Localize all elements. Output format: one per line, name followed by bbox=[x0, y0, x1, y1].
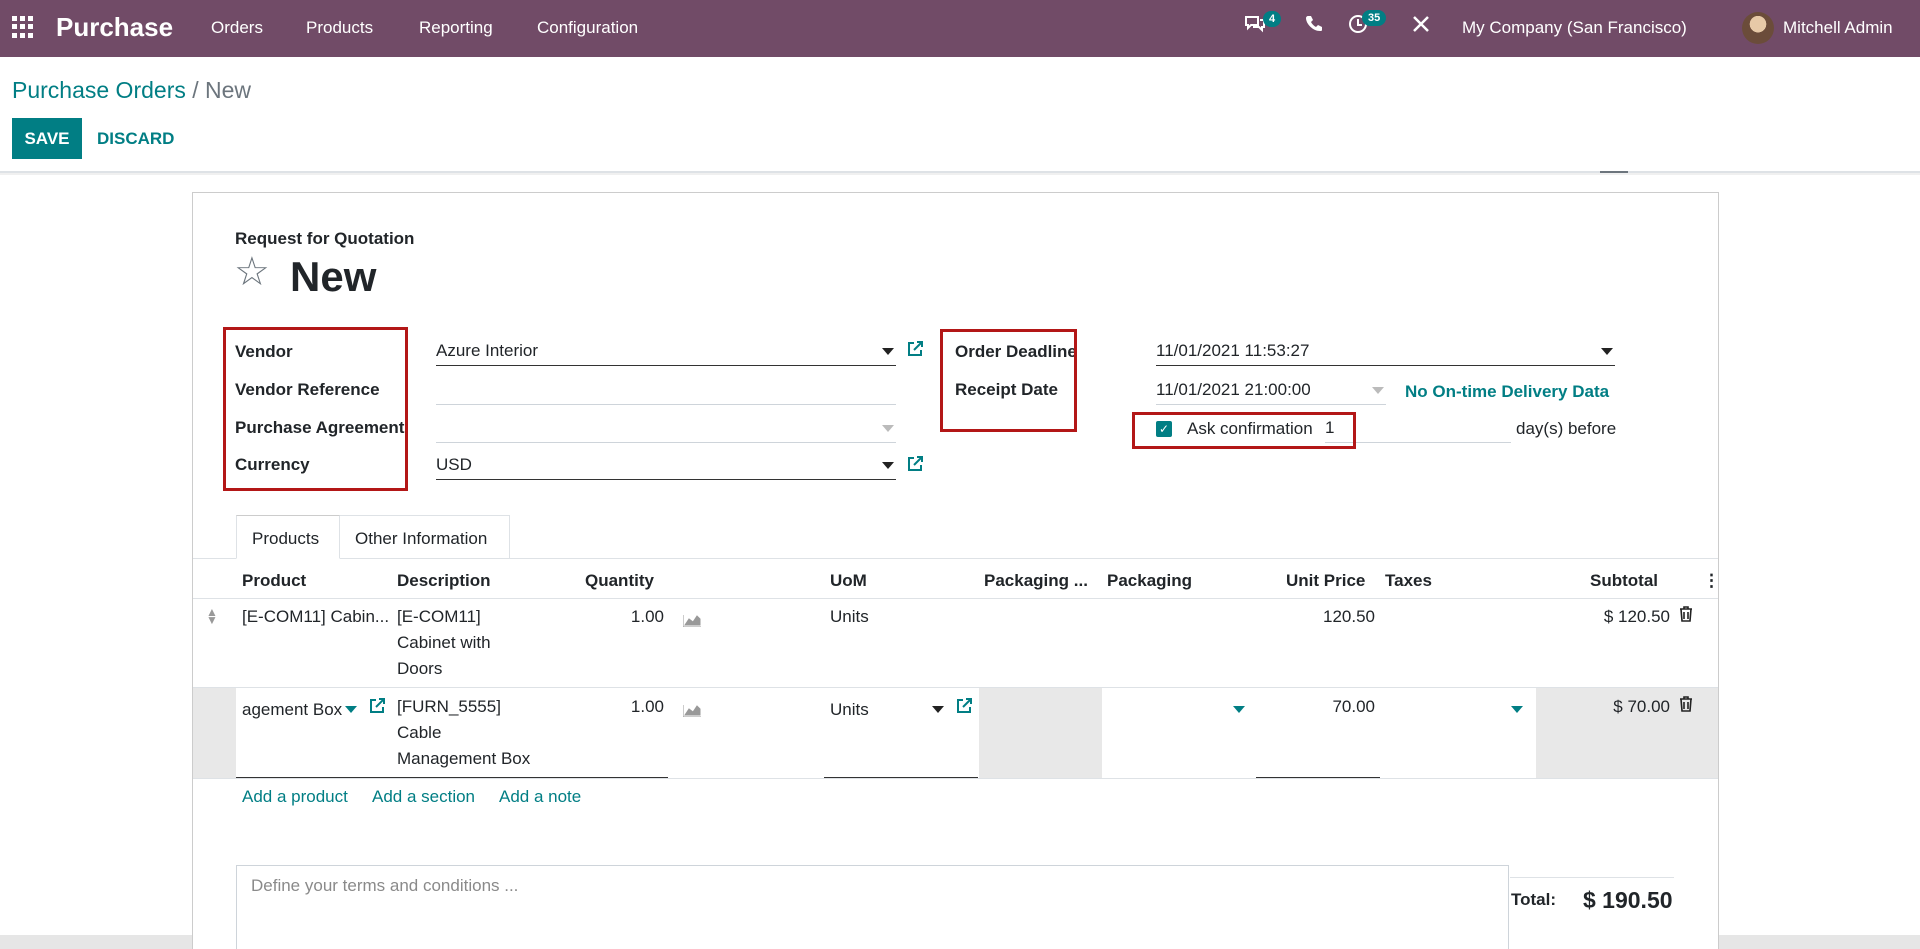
total-label: Total: bbox=[1511, 890, 1557, 909]
messages-badge: 4 bbox=[1263, 11, 1282, 27]
debug-tools-icon[interactable] bbox=[1411, 14, 1431, 40]
total-amount: $ 190.50 bbox=[1583, 887, 1673, 913]
row2-uom[interactable]: Units bbox=[830, 697, 869, 723]
row2-subtotal: $ 70.00 bbox=[1613, 697, 1670, 716]
currency-value: USD bbox=[436, 455, 472, 474]
company-switcher[interactable]: My Company (San Francisco) bbox=[1462, 18, 1687, 38]
page-title: New bbox=[290, 253, 377, 300]
breadcrumb: Purchase Orders / New bbox=[12, 77, 251, 104]
add-product-link[interactable]: Add a product bbox=[242, 787, 348, 807]
activities-badge: 35 bbox=[1362, 10, 1387, 26]
highlight-box-ask-confirmation bbox=[1132, 412, 1356, 449]
control-panel: Purchase Orders / New SAVE DISCARD bbox=[0, 57, 1920, 173]
terms-conditions-input[interactable]: Define your terms and conditions ... bbox=[236, 865, 1509, 949]
apps-menu-icon[interactable] bbox=[12, 16, 34, 38]
on-time-delivery-link[interactable]: No On-time Delivery Data bbox=[1405, 382, 1609, 402]
row1-forecast-chart-icon[interactable] bbox=[682, 612, 701, 628]
optional-columns-icon[interactable]: ⋮ bbox=[1703, 571, 1720, 591]
row2-description-line3[interactable]: Management Box bbox=[397, 746, 530, 772]
column-packaging[interactable]: Packaging bbox=[1107, 571, 1192, 591]
column-description[interactable]: Description bbox=[397, 571, 491, 591]
receipt-date-dropdown-icon[interactable] bbox=[1372, 387, 1384, 394]
vendor-external-link-icon[interactable] bbox=[906, 340, 924, 363]
row2-description-line1[interactable]: [FURN_5555] bbox=[397, 694, 501, 720]
purchase-agreement-field[interactable] bbox=[436, 415, 896, 443]
form-subtitle: Request for Quotation bbox=[235, 229, 415, 248]
row1-divider bbox=[193, 687, 1718, 688]
drag-handle-icon[interactable]: ▲ ▼ bbox=[206, 606, 218, 626]
row1-subtotal: $ 120.50 bbox=[1603, 607, 1670, 626]
header-divider bbox=[193, 598, 1718, 599]
menu-reporting[interactable]: Reporting bbox=[419, 18, 493, 38]
order-deadline-dropdown-icon[interactable] bbox=[1601, 348, 1613, 355]
row2-product[interactable]: agement Box bbox=[242, 697, 342, 723]
currency-field[interactable]: USD bbox=[436, 452, 896, 480]
row2-uom-dropdown-icon[interactable] bbox=[932, 706, 944, 713]
column-unit-price[interactable]: Unit Price bbox=[1286, 571, 1365, 591]
agreement-dropdown-icon[interactable] bbox=[882, 425, 894, 432]
highlight-box-date-labels bbox=[940, 329, 1077, 432]
days-before-label: day(s) before bbox=[1516, 419, 1617, 438]
total-divider bbox=[1510, 877, 1674, 878]
row2-taxes-dropdown-icon[interactable] bbox=[1511, 706, 1523, 713]
tab-products[interactable]: Products bbox=[236, 515, 340, 559]
row2-description-line2[interactable]: Cable bbox=[397, 720, 441, 746]
menu-products[interactable]: Products bbox=[306, 18, 373, 38]
column-quantity[interactable]: Quantity bbox=[585, 571, 654, 591]
order-deadline-field[interactable]: 11/01/2021 11:53:27 bbox=[1156, 338, 1615, 366]
column-taxes[interactable]: Taxes bbox=[1385, 571, 1432, 591]
add-section-link[interactable]: Add a section bbox=[372, 787, 475, 807]
row1-product[interactable]: [E-COM11] Cabin... bbox=[242, 604, 389, 630]
vendor-value: Azure Interior bbox=[436, 341, 539, 360]
vendor-field[interactable]: Azure Interior bbox=[436, 338, 896, 366]
row2-packaging-qty-readonly bbox=[979, 688, 1102, 778]
menu-orders[interactable]: Orders bbox=[211, 18, 263, 38]
row1-description-line2[interactable]: Cabinet with bbox=[397, 630, 491, 656]
vendor-dropdown-icon[interactable] bbox=[882, 348, 894, 355]
row2-unit-price[interactable]: 70.00 bbox=[1300, 694, 1375, 720]
priority-star-icon[interactable]: ☆ bbox=[234, 252, 270, 292]
breadcrumb-purchase-orders[interactable]: Purchase Orders bbox=[12, 77, 186, 103]
menu-configuration[interactable]: Configuration bbox=[537, 18, 638, 38]
row2-divider bbox=[193, 778, 1718, 779]
phone-icon[interactable] bbox=[1305, 14, 1323, 38]
currency-dropdown-icon[interactable] bbox=[882, 462, 894, 469]
row1-description-line1[interactable]: [E-COM11] bbox=[397, 604, 481, 630]
row2-handle-bg bbox=[193, 688, 236, 778]
user-avatar[interactable] bbox=[1742, 12, 1774, 44]
row1-unit-price[interactable]: 120.50 bbox=[1300, 604, 1375, 630]
top-navbar: Purchase Orders Products Reporting Confi… bbox=[0, 0, 1920, 57]
row1-uom[interactable]: Units bbox=[830, 604, 869, 630]
column-packaging-qty[interactable]: Packaging ... bbox=[984, 571, 1088, 591]
user-menu[interactable]: Mitchell Admin bbox=[1783, 18, 1893, 38]
row2-product-dropdown-icon[interactable] bbox=[345, 706, 357, 713]
row2-quantity[interactable]: 1.00 bbox=[620, 694, 664, 720]
column-uom[interactable]: UoM bbox=[830, 571, 867, 591]
order-deadline-value: 11/01/2021 11:53:27 bbox=[1156, 341, 1310, 360]
row1-delete-icon[interactable] bbox=[1679, 606, 1693, 627]
vendor-reference-field[interactable] bbox=[436, 377, 896, 405]
receipt-date-field[interactable]: 11/01/2021 21:00:00 bbox=[1156, 377, 1386, 405]
add-note-link[interactable]: Add a note bbox=[499, 787, 581, 807]
row1-quantity[interactable]: 1.00 bbox=[620, 604, 664, 630]
currency-external-link-icon[interactable] bbox=[906, 455, 924, 478]
breadcrumb-current: New bbox=[205, 77, 252, 103]
app-brand[interactable]: Purchase bbox=[56, 12, 173, 43]
save-button[interactable]: SAVE bbox=[12, 118, 82, 159]
row2-forecast-chart-icon[interactable] bbox=[682, 702, 701, 718]
tab-other-information[interactable]: Other Information bbox=[339, 515, 510, 559]
row2-packaging-dropdown-icon[interactable] bbox=[1233, 706, 1245, 713]
row2-uom-external-link-icon[interactable] bbox=[955, 697, 973, 720]
breadcrumb-separator: / bbox=[192, 77, 199, 103]
status-tick bbox=[1600, 171, 1628, 173]
row2-delete-icon[interactable] bbox=[1679, 696, 1693, 717]
highlight-box-vendor-labels bbox=[223, 327, 408, 491]
column-subtotal[interactable]: Subtotal bbox=[1590, 571, 1658, 591]
column-product[interactable]: Product bbox=[242, 571, 306, 591]
receipt-date-value: 11/01/2021 21:00:00 bbox=[1156, 380, 1311, 399]
discard-button[interactable]: DISCARD bbox=[97, 118, 174, 159]
row2-product-external-link-icon[interactable] bbox=[368, 697, 386, 720]
row1-description-line3[interactable]: Doors bbox=[397, 656, 442, 682]
